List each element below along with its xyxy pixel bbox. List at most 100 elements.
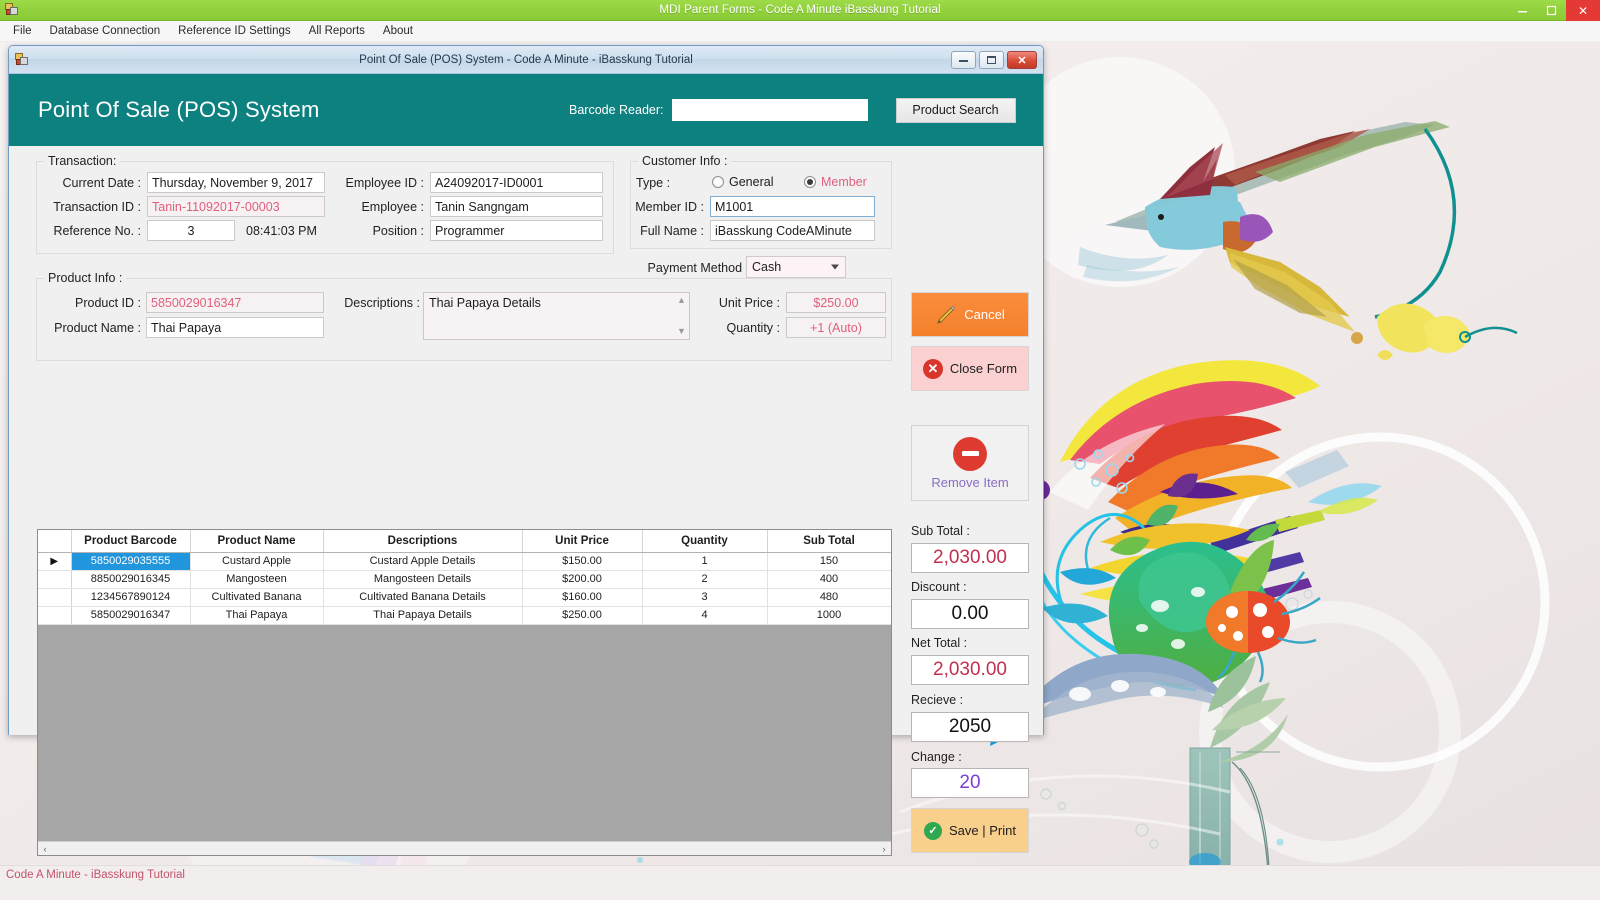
scroll-right-icon[interactable]: › [877, 844, 891, 854]
red-x-circle-icon: ✕ [922, 358, 943, 379]
change-field[interactable]: 20 [911, 768, 1029, 798]
row-marker: ▶ [38, 552, 72, 571]
position-field[interactable]: Programmer [430, 220, 603, 241]
cell-desc[interactable]: Custard Apple Details [323, 552, 523, 571]
cell-desc[interactable]: Thai Papaya Details [323, 606, 523, 625]
pencil-icon [937, 305, 956, 324]
menu-item-about[interactable]: About [374, 22, 422, 40]
grid-col-quantity[interactable]: Quantity [642, 530, 768, 553]
app-icon [5, 2, 21, 18]
mdi-parent-window: MDI Parent Forms - Code A Minute iBassku… [0, 0, 1600, 900]
grid-col-sub-total[interactable]: Sub Total [767, 530, 891, 553]
cell-name[interactable]: Thai Papaya [190, 606, 324, 625]
employee-field[interactable]: Tanin Sangngam [430, 196, 603, 217]
current-date-field[interactable]: Thursday, November 9, 2017 [147, 172, 325, 193]
cell-barcode[interactable]: 1234567890124 [71, 588, 191, 607]
cell-barcode[interactable]: 5850029016347 [71, 606, 191, 625]
cell-name[interactable]: Cultivated Banana [190, 588, 324, 607]
close-form-button[interactable]: ✕ Close Form [911, 346, 1029, 391]
cell-qty[interactable]: 2 [642, 570, 768, 589]
table-row[interactable]: 1234567890124 Cultivated Banana Cultivat… [38, 588, 891, 607]
full-name-field[interactable]: iBasskung CodeAMinute [710, 220, 875, 241]
cell-price[interactable]: $160.00 [522, 588, 643, 607]
cell-qty[interactable]: 1 [642, 552, 768, 571]
discount-label: Discount : [911, 580, 967, 594]
grid-col-product-name[interactable]: Product Name [190, 530, 324, 553]
remove-item-button-label: Remove Item [931, 474, 1009, 490]
mdi-window-controls: ✕ [1508, 0, 1600, 21]
menu-item-database-connection[interactable]: Database Connection [41, 22, 170, 40]
pos-minimize-button[interactable] [951, 51, 976, 69]
grid-col-descriptions[interactable]: Descriptions [323, 530, 523, 553]
cell-subtotal[interactable]: 480 [767, 588, 891, 607]
cell-subtotal[interactable]: 400 [767, 570, 891, 589]
remove-item-button[interactable]: Remove Item [911, 425, 1029, 501]
sub-total-field[interactable]: 2,030.00 [911, 543, 1029, 573]
scroll-left-icon[interactable]: ‹ [38, 844, 52, 854]
pos-close-button[interactable]: ✕ [1007, 51, 1037, 69]
table-row[interactable]: 5850029016347 Thai Papaya Thai Papaya De… [38, 606, 891, 625]
cell-barcode[interactable]: 8850029016345 [71, 570, 191, 589]
cell-desc[interactable]: Cultivated Banana Details [323, 588, 523, 607]
menu-item-reference-id-settings[interactable]: Reference ID Settings [169, 22, 300, 40]
recieve-field[interactable]: 2050 [911, 712, 1029, 742]
descriptions-field[interactable]: Thai Papaya Details ▲ ▼ [423, 292, 690, 340]
cancel-button[interactable]: Cancel [911, 292, 1029, 337]
pos-maximize-button[interactable] [979, 51, 1004, 69]
cell-barcode[interactable]: 5850029035555 [71, 552, 191, 571]
quantity-field[interactable]: +1 (Auto) [786, 317, 886, 338]
position-label: Position : [372, 224, 424, 238]
cell-price[interactable]: $200.00 [522, 570, 643, 589]
cell-subtotal[interactable]: 150 [767, 552, 891, 571]
product-id-field[interactable]: 5850029016347 [146, 292, 324, 313]
cell-name[interactable]: Custard Apple [190, 552, 324, 571]
minimize-button[interactable] [1508, 0, 1537, 21]
scroll-up-icon: ▲ [677, 295, 686, 305]
menu-bar: File Database Connection Reference ID Se… [0, 21, 1600, 42]
discount-field[interactable]: 0.00 [911, 599, 1029, 629]
reference-no-field[interactable]: 3 [147, 220, 235, 241]
table-row[interactable]: ▶ 5850029035555 Custard Apple Custard Ap… [38, 552, 891, 571]
row-marker-empty [38, 588, 72, 607]
mdi-client-area: Point Of Sale (POS) System - Code A Minu… [0, 42, 1600, 865]
cell-qty[interactable]: 3 [642, 588, 768, 607]
grid-col-unit-price[interactable]: Unit Price [522, 530, 643, 553]
product-name-field[interactable]: Thai Papaya [146, 317, 324, 338]
product-search-button[interactable]: Product Search [895, 97, 1016, 123]
reference-no-label: Reference No. : [53, 224, 141, 238]
save-print-button[interactable]: ✓ Save | Print [911, 808, 1029, 853]
menu-item-all-reports[interactable]: All Reports [300, 22, 374, 40]
close-button[interactable]: ✕ [1566, 0, 1600, 21]
net-total-field[interactable]: 2,030.00 [911, 655, 1029, 685]
barcode-reader-label: Barcode Reader: [569, 103, 664, 117]
cell-price[interactable]: $250.00 [522, 606, 643, 625]
quantity-label: Quantity : [726, 321, 781, 335]
transaction-group: Transaction: Current Date : Thursday, No… [36, 154, 614, 254]
radio-member[interactable]: Member [804, 175, 867, 189]
cell-desc[interactable]: Mangosteen Details [323, 570, 523, 589]
row-marker-empty [38, 570, 72, 589]
employee-id-field[interactable]: A24092017-ID0001 [430, 172, 603, 193]
transaction-items-grid[interactable]: Product Barcode Product Name Description… [37, 529, 892, 856]
cell-subtotal[interactable]: 1000 [767, 606, 891, 625]
barcode-reader-input[interactable] [671, 99, 868, 121]
pos-window-controls: ✕ [951, 51, 1037, 69]
table-row[interactable]: 8850029016345 Mangosteen Mangosteen Deta… [38, 570, 891, 589]
no-entry-icon [953, 436, 987, 471]
cell-price[interactable]: $150.00 [522, 552, 643, 571]
unit-price-field[interactable]: $250.00 [786, 292, 886, 313]
radio-general[interactable]: General [712, 175, 773, 189]
descriptions-scrollbar[interactable]: ▲ ▼ [675, 294, 688, 338]
product-group-title: Product Info : [44, 271, 127, 285]
menu-item-file[interactable]: File [4, 22, 41, 40]
grid-col-product-barcode[interactable]: Product Barcode [71, 530, 191, 553]
member-id-field[interactable]: M1001 [710, 196, 875, 217]
grid-horizontal-scrollbar[interactable]: ‹ › [38, 841, 891, 855]
maximize-button[interactable] [1537, 0, 1566, 21]
grid-viewport: Product Barcode Product Name Description… [38, 530, 891, 841]
transaction-time-label: 08:41:03 PM [246, 223, 317, 238]
cell-name[interactable]: Mangosteen [190, 570, 324, 589]
customer-group-title: Customer Info : [638, 154, 732, 168]
transaction-id-field[interactable]: Tanin-11092017-00003 [147, 196, 325, 217]
cell-qty[interactable]: 4 [642, 606, 768, 625]
